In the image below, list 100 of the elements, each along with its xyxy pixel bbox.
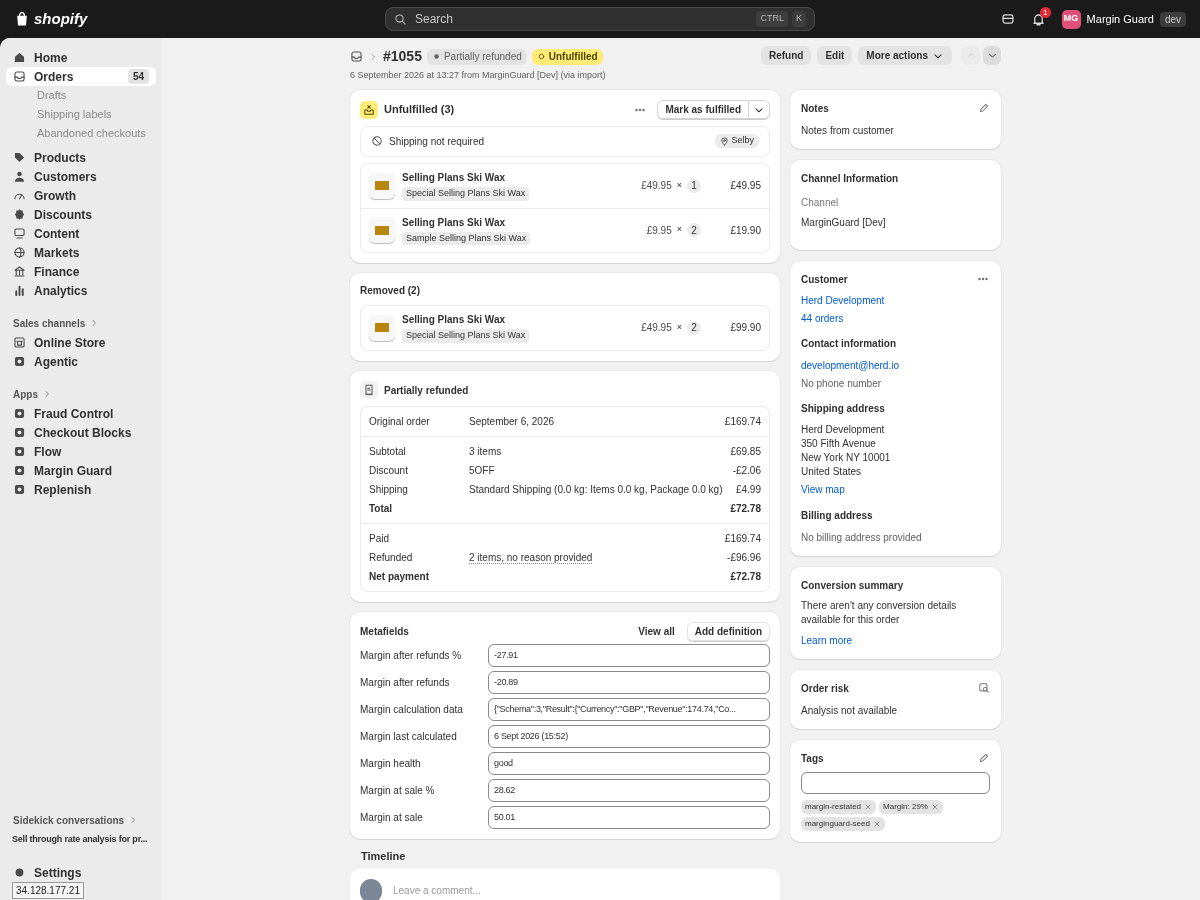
email-link[interactable]: development@herd.io: [801, 357, 990, 373]
sidebar-item[interactable]: Agentic: [6, 352, 156, 371]
unit-price: £9.95: [646, 223, 672, 238]
add-definition-button[interactable]: Add definition: [686, 622, 770, 641]
card-title: Conversion summary: [801, 578, 905, 593]
shipping-status: Shipping not required: [389, 134, 486, 149]
section-title: Timeline: [360, 848, 407, 864]
unit-price: £49.95: [641, 321, 672, 335]
sidebar-item[interactable]: Markets: [6, 243, 156, 262]
row-label: Refunded: [369, 550, 414, 565]
metafield-input[interactable]: good: [488, 751, 770, 775]
tag-chip: marginguard-seed: [801, 816, 885, 831]
remove-x-icon[interactable]: [864, 802, 873, 811]
action-button[interactable]: More actions: [858, 46, 952, 65]
sidebar-item[interactable]: Content: [6, 224, 156, 243]
row-detail: Standard Shipping (0.0 kg: Items 0.0 kg, Package 0.0 kg): [469, 483, 723, 495]
remove-x-icon[interactable]: [930, 802, 939, 811]
sidebar-item[interactable]: Products: [6, 148, 156, 167]
customer-link[interactable]: Herd Development: [801, 292, 990, 308]
quantity: 1: [687, 178, 701, 193]
learn-more-link[interactable]: Learn more: [801, 632, 990, 648]
card-title: Customer: [801, 272, 848, 287]
sidebar-item[interactable]: Orders 54: [6, 67, 156, 86]
status-badge: Unfulfilled: [531, 48, 603, 65]
card-title: Partially refunded: [384, 383, 469, 398]
shortcut-key: CTRL: [756, 11, 788, 27]
avatar-placeholder: [360, 879, 382, 900]
metafield-input[interactable]: -20.89: [488, 670, 770, 694]
row-amount: £169.74: [724, 414, 761, 429]
sidebar-item[interactable]: Settings: [6, 863, 156, 882]
section-heading[interactable]: Sidekick conversations: [13, 812, 125, 828]
card-title: Tags: [801, 751, 824, 766]
action-button[interactable]: Refund: [760, 46, 812, 65]
section-title: Billing address: [801, 508, 874, 523]
store-badge: dev: [1159, 11, 1186, 27]
row-label: Discount: [369, 463, 409, 478]
metafield-input[interactable]: {"Schema":3,"Result":{"Currency":"GBP","Revenue":174.74,"Co...: [488, 697, 770, 721]
row-label: Original order: [369, 414, 431, 429]
metafield-input[interactable]: 28.62: [488, 778, 770, 802]
product-name[interactable]: Selling Plans Ski Wax: [402, 214, 505, 230]
sidebar-item[interactable]: Fraud Control: [6, 404, 156, 423]
comment-input[interactable]: Leave a comment...: [393, 879, 493, 900]
sidebar-item[interactable]: Margin Guard: [6, 461, 156, 480]
status-badge: Partially refunded: [426, 48, 527, 65]
row-amount: -£96.96: [727, 550, 761, 565]
phone-text: No phone number: [801, 376, 883, 391]
sidebar-item[interactable]: Growth: [6, 186, 156, 205]
product-thumbnail: [369, 217, 395, 243]
sidebar-item[interactable]: Flow: [6, 442, 156, 461]
row-amount: £72.78: [730, 569, 761, 584]
row-label: Total: [369, 501, 394, 516]
chevron-right-icon: [368, 51, 378, 62]
multiply-sign: ×: [676, 223, 682, 237]
sidebar-item[interactable]: Customers: [6, 167, 156, 186]
sidebar-item[interactable]: Discounts: [6, 205, 156, 224]
bell-icon[interactable]: [1030, 11, 1046, 27]
remove-x-icon[interactable]: [872, 819, 881, 828]
pencil-icon[interactable]: [978, 102, 990, 114]
row-amount: £4.99: [735, 482, 761, 497]
app-icon: [13, 445, 26, 458]
circle-icon: [536, 52, 546, 61]
field-label: Margin at sale %: [360, 783, 436, 798]
field-label: Margin calculation data: [360, 702, 464, 717]
sidebar-item[interactable]: Finance: [6, 262, 156, 281]
view-map-link[interactable]: View map: [801, 481, 990, 497]
sidebar-item[interactable]: Checkout Blocks: [6, 423, 156, 442]
pencil-icon[interactable]: [978, 752, 990, 764]
metafield-input[interactable]: -27.91: [488, 643, 770, 667]
shipping-address: Herd Development 350 Fifth Avenue New York NY 10001 United States: [801, 422, 892, 479]
billing-text: No billing address provided: [801, 530, 923, 545]
product-name[interactable]: Selling Plans Ski Wax: [402, 312, 505, 328]
tags-input[interactable]: [801, 771, 990, 794]
conversation-link[interactable]: Sell through rate analysis for pr...: [6, 830, 154, 849]
orders-link[interactable]: 44 orders: [801, 310, 990, 326]
ip-tooltip: 34.128.177.21: [12, 882, 84, 899]
nav-button[interactable]: [983, 46, 1001, 65]
sidebar-item[interactable]: Analytics: [6, 281, 156, 300]
section-heading[interactable]: Apps: [13, 386, 38, 402]
risk-text: Analysis not available: [801, 703, 899, 718]
metafield-input[interactable]: 50.01: [488, 805, 770, 829]
sidebar-item[interactable]: Online Store: [6, 333, 156, 352]
home-icon: [13, 51, 26, 64]
bank-icon: [13, 265, 26, 278]
refund-details-link[interactable]: 2 items, no reason provided: [469, 551, 593, 563]
action-button[interactable]: Edit: [817, 46, 853, 65]
logo-text: shopify: [34, 8, 88, 29]
product-name[interactable]: Selling Plans Ski Wax: [402, 170, 505, 186]
inbox-icon: [13, 70, 26, 83]
metafield-input[interactable]: 6 Sept 2026 (15:52): [488, 724, 770, 748]
sidebar-item[interactable]: Replenish: [6, 480, 156, 499]
sidebar-item[interactable]: Home: [6, 48, 156, 67]
channel-name: MarginGuard [Dev]: [801, 215, 887, 230]
chevron-right-icon: [42, 389, 52, 399]
view-all-link[interactable]: View all: [632, 624, 681, 639]
search-document-icon[interactable]: [978, 682, 990, 694]
search-field[interactable]: Search CTRL K: [385, 7, 815, 31]
field-label: Margin health: [360, 756, 422, 771]
section-heading[interactable]: Sales channels: [13, 315, 86, 331]
multiply-sign: ×: [676, 320, 682, 334]
notification-count: 1: [1039, 6, 1051, 18]
